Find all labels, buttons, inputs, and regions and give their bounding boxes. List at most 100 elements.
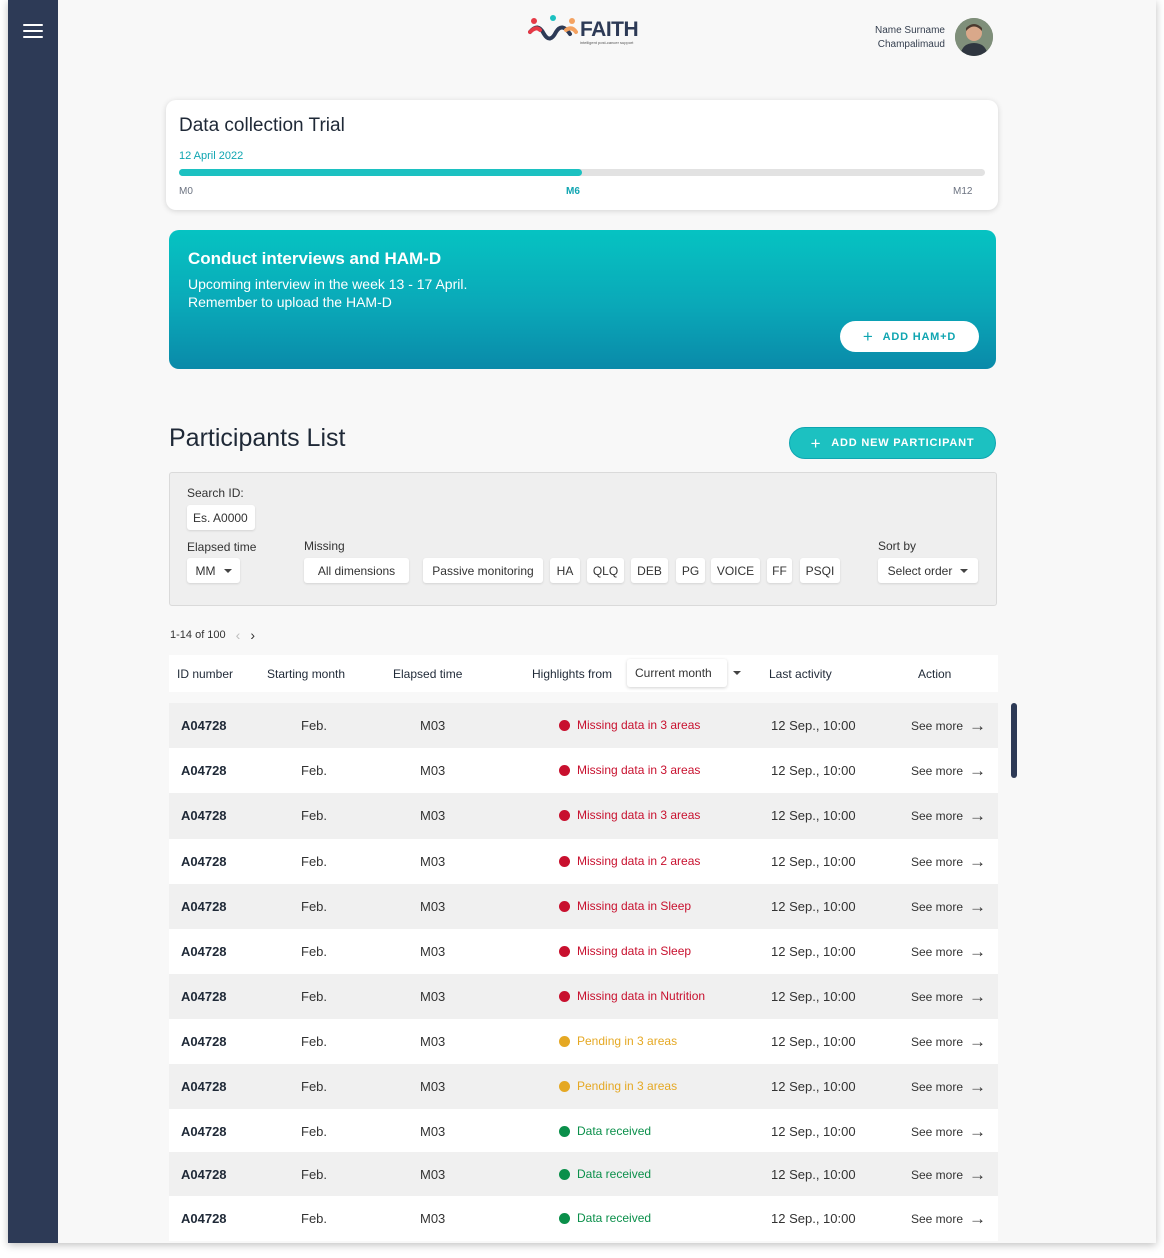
highlight-text: Pending in 3 areas <box>577 1034 678 1048</box>
see-more-link[interactable]: See more → <box>911 943 986 960</box>
cell-highlight: Data received <box>559 1167 651 1181</box>
user-profile[interactable]: Name Surname Champalimaud <box>848 18 993 58</box>
user-name: Name Surname <box>874 25 945 36</box>
table-row: A04728 Feb. M03 Missing data in Sleep 12 Sep… <box>169 929 998 974</box>
see-more-label: See more <box>911 1034 964 1049</box>
chevron-down-icon[interactable] <box>733 671 741 675</box>
cell-highlight: Data received <box>559 1211 651 1225</box>
see-more-link[interactable]: See more → <box>911 762 986 779</box>
banner-line-1: Upcoming interview in the week 13 - 17 A… <box>188 276 468 292</box>
cell-start: Feb. <box>301 989 328 1004</box>
table-row: A04728 Feb. M03 Missing data in 3 areas 12 S… <box>169 748 998 793</box>
next-page-icon[interactable]: › <box>250 628 255 642</box>
arrow-right-icon: → <box>969 852 987 871</box>
missing-qlq[interactable]: QLQ <box>587 558 624 583</box>
cell-last-activity: 12 Sep., 10:00 <box>771 1167 856 1182</box>
see-more-label: See more <box>911 989 964 1004</box>
cell-last-activity: 12 Sep., 10:00 <box>771 763 856 778</box>
see-more-link[interactable]: See more → <box>911 1210 986 1227</box>
avatar[interactable] <box>955 18 993 56</box>
user-org: Champalimaud <box>877 39 945 50</box>
sort-select[interactable]: Select order <box>878 558 978 583</box>
highlight-text: Missing data in 3 areas <box>577 808 701 822</box>
cell-highlight: Missing data in 2 areas <box>559 854 700 868</box>
tick-m12: M12 <box>953 186 973 197</box>
see-more-label: See more <box>911 1124 964 1139</box>
app-window: FAITH intelligent post-cancer support Na… <box>8 0 1156 1243</box>
cell-last-activity: 12 Sep., 10:00 <box>771 899 856 914</box>
see-more-link[interactable]: See more → <box>911 717 986 734</box>
plus-icon: + <box>862 327 874 346</box>
cell-id: A04728 <box>181 944 227 959</box>
arrow-right-icon: → <box>969 897 987 916</box>
cell-elapsed: M03 <box>420 854 446 869</box>
menu-icon[interactable] <box>23 24 43 38</box>
table-row: A04728 Feb. M03 Missing data in 3 areas 12 S… <box>169 793 998 839</box>
table-row: A04728 Feb. M03 Data received 12 Sep., 10:00… <box>169 1109 998 1152</box>
see-more-label: See more <box>911 944 964 959</box>
cell-id: A04728 <box>181 763 227 778</box>
see-more-link[interactable]: See more → <box>911 1078 986 1095</box>
cell-last-activity: 12 Sep., 10:00 <box>771 808 856 823</box>
cell-elapsed: M03 <box>420 1079 446 1094</box>
highlights-period-select[interactable]: Current month <box>627 659 727 687</box>
elapsed-label: Elapsed time <box>187 540 257 554</box>
missing-passive-monitoring[interactable]: Passive monitoring <box>423 558 543 583</box>
add-participant-button[interactable]: + ADD NEW PARTICIPANT <box>789 427 996 459</box>
see-more-label: See more <box>911 808 964 823</box>
highlight-text: Data received <box>577 1211 652 1225</box>
missing-deb[interactable]: DEB <box>631 558 668 583</box>
prev-page-icon[interactable]: ‹ <box>236 628 241 642</box>
see-more-link[interactable]: See more → <box>911 853 986 870</box>
th-start: Starting month <box>267 667 346 681</box>
sort-value: Select order <box>887 563 953 578</box>
status-dot-icon <box>559 1212 570 1224</box>
see-more-link[interactable]: See more → <box>911 1123 986 1140</box>
missing-voice[interactable]: VOICE <box>711 558 760 583</box>
cell-id: A04728 <box>181 1034 227 1049</box>
cell-last-activity: 12 Sep., 10:00 <box>771 854 856 869</box>
scrollbar-thumb[interactable] <box>1011 703 1017 778</box>
see-more-link[interactable]: See more → <box>911 1166 986 1183</box>
missing-all-dimensions[interactable]: All dimensions <box>304 558 409 583</box>
trial-date: 12 April 2022 <box>179 150 244 162</box>
missing-pg[interactable]: PG <box>676 558 705 583</box>
add-hamd-button[interactable]: + ADD HAM+D <box>840 321 979 352</box>
table-row: A04728 Feb. M03 Missing data in Nutrition 12… <box>169 974 998 1019</box>
plus-icon: + <box>810 433 822 453</box>
table-scrollbar[interactable] <box>1011 703 1017 1203</box>
missing-ha[interactable]: HA <box>550 558 580 583</box>
cell-last-activity: 12 Sep., 10:00 <box>771 1079 856 1094</box>
cell-highlight: Missing data in Sleep <box>559 944 691 958</box>
cell-elapsed: M03 <box>420 718 446 733</box>
search-input[interactable] <box>187 505 255 530</box>
cell-highlight: Pending in 3 areas <box>559 1079 677 1093</box>
participants-table: A04728 Feb. M03 Missing data in 3 areas 12 S… <box>169 703 998 1241</box>
highlight-text: Missing data in 3 areas <box>577 763 701 777</box>
arrow-right-icon: → <box>969 1077 987 1096</box>
th-last: Last activity <box>769 667 832 681</box>
cell-elapsed: M03 <box>420 808 446 823</box>
elapsed-select[interactable]: MM <box>187 558 240 583</box>
see-more-link[interactable]: See more → <box>911 807 986 824</box>
see-more-link[interactable]: See more → <box>911 988 986 1005</box>
cell-start: Feb. <box>301 718 328 733</box>
see-more-link[interactable]: See more → <box>911 898 986 915</box>
logo-tagline: intelligent post-cancer support <box>580 40 634 45</box>
status-dot-icon <box>559 1080 570 1092</box>
cell-id: A04728 <box>181 808 227 823</box>
cell-last-activity: 12 Sep., 10:00 <box>771 944 856 959</box>
task-banner: Conduct interviews and HAM-D Upcoming in… <box>169 230 996 369</box>
cell-start: Feb. <box>301 808 328 823</box>
cell-highlight: Missing data in Sleep <box>559 899 691 913</box>
missing-psqi[interactable]: PSQI <box>800 558 840 583</box>
missing-ff[interactable]: FF <box>767 558 792 583</box>
cell-id: A04728 <box>181 718 227 733</box>
table-row: A04728 Feb. M03 Data received 12 Sep., 10:00… <box>169 1196 998 1241</box>
see-more-label: See more <box>911 763 964 778</box>
cell-highlight: Missing data in 3 areas <box>559 718 700 732</box>
see-more-link[interactable]: See more → <box>911 1033 986 1050</box>
status-dot-icon <box>559 719 570 731</box>
arrow-right-icon: → <box>969 1032 987 1051</box>
chevron-down-icon <box>223 568 232 573</box>
